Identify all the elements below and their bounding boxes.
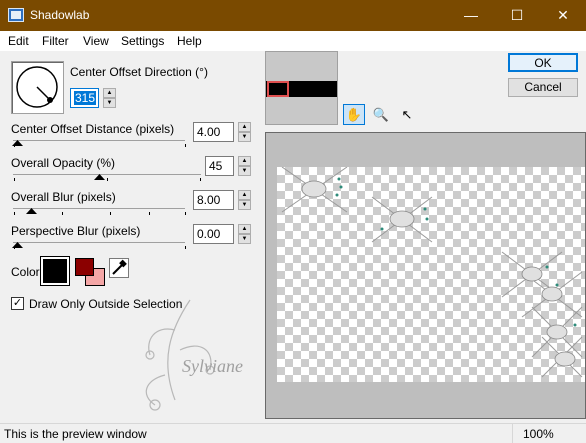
watermark-logo: Sylviane [145,299,243,411]
status-text: This is the preview window [4,427,147,441]
status-divider [512,423,513,443]
direction-spinner[interactable]: ▲ ▼ [103,88,116,108]
spin-up-icon: ▲ [238,156,251,166]
slider-tick [200,178,201,181]
direction-value: 315 [74,91,97,105]
blur-input[interactable]: 8.00 [193,190,234,210]
navigator-thumbnail[interactable] [265,51,338,125]
distance-label: Center Offset Distance (pixels) [11,122,175,136]
shadow-color-swatch[interactable] [40,256,70,286]
opacity-slider-thumb[interactable] [94,174,105,180]
distance-slider-track[interactable] [13,140,185,141]
perspective-slider-track[interactable] [13,242,185,243]
spin-up-icon: ▲ [238,122,251,132]
slider-tick [62,212,63,215]
slider-tick [185,246,186,249]
ok-button[interactable]: OK [508,53,578,72]
accent-color-swatch[interactable] [75,258,94,276]
status-bar: This is the preview window 100% [0,423,586,443]
zoom-tool[interactable]: 🔍 [370,104,392,125]
blur-slider-track[interactable] [13,208,185,209]
slider-tick [185,144,186,147]
distance-spinner[interactable]: ▲ ▼ [238,122,251,142]
spin-down-icon: ▼ [238,132,251,142]
color-label: Color [11,265,40,279]
preview-canvas [277,166,585,382]
slider-tick [107,178,108,181]
maximize-button[interactable]: ☐ [494,0,540,31]
shadow-color-fill [43,259,67,283]
hand-icon: ✋ [345,107,363,122]
preview-artwork [281,166,583,378]
perspective-input[interactable]: 0.00 [193,224,234,244]
minimize-button[interactable]: — [448,0,494,31]
checkmark-icon: ✓ [12,297,23,309]
blur-spinner[interactable]: ▲ ▼ [238,190,251,210]
navigator-viewport[interactable] [267,81,289,97]
opacity-input[interactable]: 45 [205,156,234,176]
direction-label: Center Offset Direction (°) [70,65,208,79]
cancel-button[interactable]: Cancel [508,78,578,97]
slider-tick [110,212,111,215]
window-title: Shadowlab [30,8,90,22]
close-button[interactable]: ✕ [540,0,586,31]
direction-dial-icon [16,66,58,108]
opacity-slider-track[interactable] [13,174,201,175]
direction-input[interactable]: 315 [70,88,99,108]
distance-slider-thumb[interactable] [12,140,23,146]
arrow-cursor-icon: ↖ [401,107,413,122]
spin-down-icon: ▼ [238,166,251,176]
blur-label: Overall Blur (pixels) [11,190,116,204]
preview-window[interactable] [265,132,586,419]
spin-up-icon: ▲ [238,190,251,200]
slider-tick [14,178,15,181]
perspective-spinner[interactable]: ▲ ▼ [238,224,251,244]
magnifier-icon: 🔍 [372,107,390,122]
menu-bar: Edit Filter View Settings Help [0,31,586,51]
menu-help[interactable]: Help [177,34,202,48]
spin-up-icon: ▲ [238,224,251,234]
pan-tool[interactable]: ✋ [343,104,365,125]
menu-settings[interactable]: Settings [121,34,164,48]
spin-down-icon: ▼ [103,98,116,108]
draw-outside-checkbox[interactable]: ✓ [11,297,24,310]
select-tool[interactable]: ↖ [396,104,418,125]
opacity-spinner[interactable]: ▲ ▼ [238,156,251,176]
app-icon [8,8,24,22]
distance-input[interactable]: 4.00 [193,122,234,142]
perspective-slider-thumb[interactable] [12,242,23,248]
direction-dial[interactable] [11,61,64,114]
spin-up-icon: ▲ [103,88,116,98]
eyedropper-icon [112,259,127,275]
spin-down-icon: ▼ [238,234,251,244]
perspective-label: Perspective Blur (pixels) [11,224,141,238]
title-bar: Shadowlab — ☐ ✕ [0,0,586,31]
eyedropper-button[interactable] [109,258,129,278]
slider-tick [185,212,186,215]
menu-filter[interactable]: Filter [42,34,69,48]
slider-tick [14,212,15,215]
zoom-level: 100% [523,427,554,441]
menu-view[interactable]: View [83,34,109,48]
menu-edit[interactable]: Edit [8,34,29,48]
slider-tick [149,212,150,215]
watermark-text: Sylviane [182,356,243,376]
blur-slider-thumb[interactable] [26,208,37,214]
spin-down-icon: ▼ [238,200,251,210]
opacity-label: Overall Opacity (%) [11,156,116,170]
